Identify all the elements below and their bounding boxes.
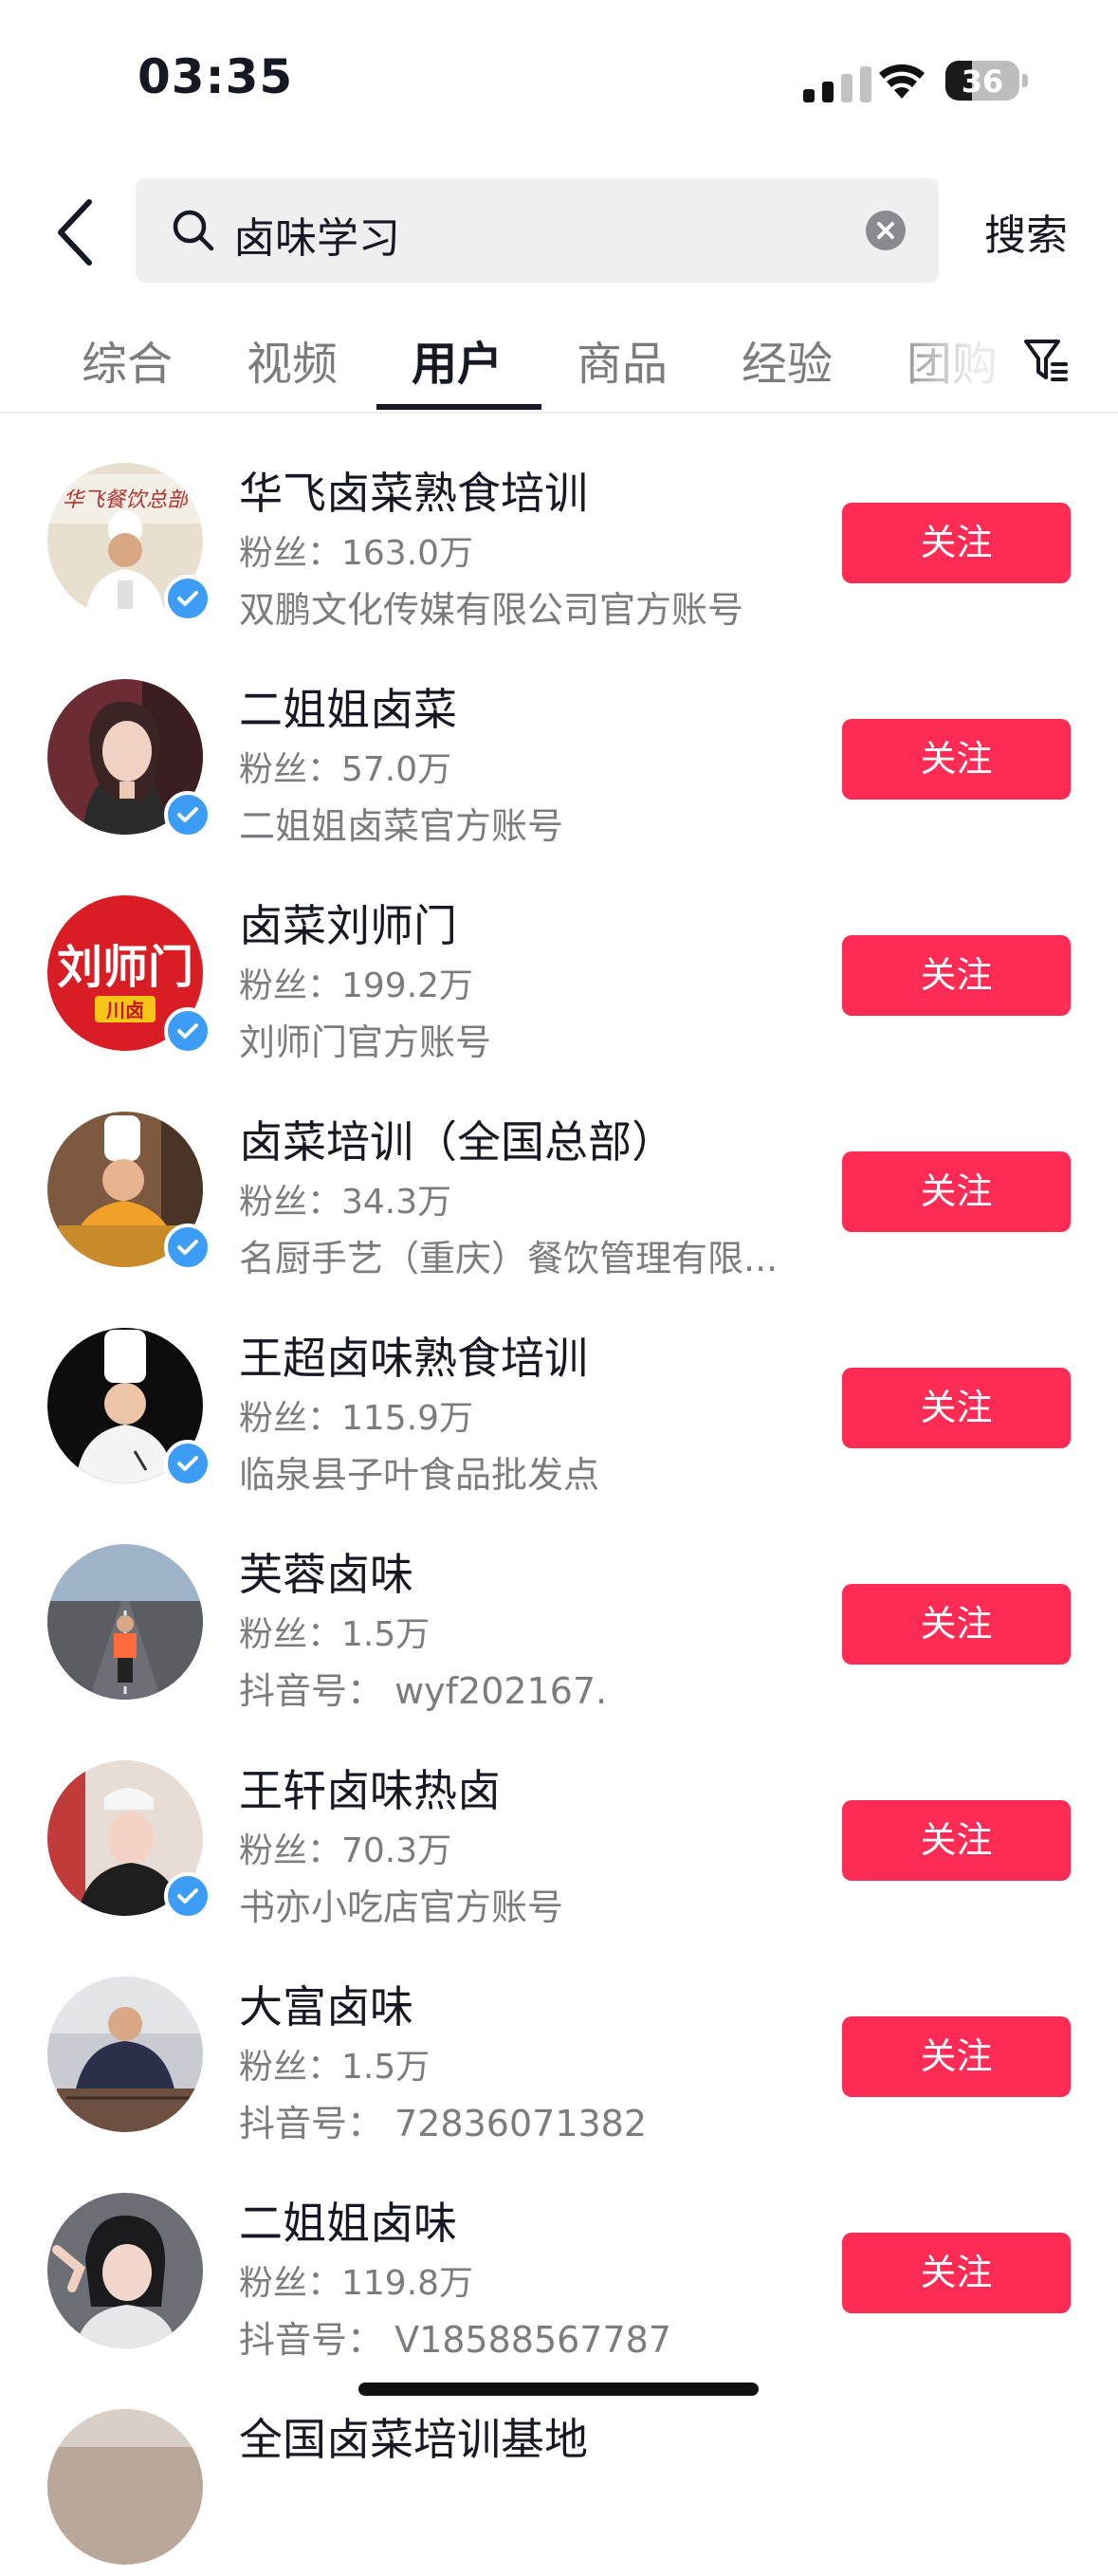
follower-count: 粉丝：119.8万: [239, 2264, 474, 2303]
user-name[interactable]: 芙蓉卤味: [239, 1540, 413, 1603]
follow-button[interactable]: 关注: [842, 2016, 1071, 2097]
follow-button[interactable]: 关注: [842, 1368, 1071, 1448]
user-description: 临泉县子叶食品批发点: [239, 1454, 600, 1496]
battery-icon: 36: [945, 61, 1028, 101]
follower-count: 粉丝：70.3万: [239, 1831, 452, 1870]
verified-badge-icon: [164, 1007, 211, 1055]
avatar-logo-tag: 川卤: [105, 999, 144, 1021]
battery-level: 36: [961, 64, 1004, 100]
back-icon[interactable]: [47, 194, 104, 270]
list-item[interactable]: 芙蓉卤味 粉丝：1.5万 抖音号： wyf202167. 关注: [0, 1495, 1118, 1712]
list-item[interactable]: 刘师门 川卤 卤菜刘师门 粉丝：199.2万 刘师门官方账号 关注: [0, 846, 1118, 1063]
follow-button[interactable]: 关注: [842, 719, 1071, 800]
user-description: 双鹏文化传媒有限公司官方账号: [239, 589, 744, 631]
verified-badge-icon: [164, 1224, 211, 1271]
user-name[interactable]: 全国卤菜培训基地: [239, 2405, 588, 2468]
user-name[interactable]: 大富卤味: [239, 1973, 413, 2035]
user-description: 书亦小吃店官方账号: [239, 1886, 564, 1928]
user-description: 刘师门官方账号: [239, 1021, 492, 1063]
tab-videos[interactable]: 视频: [247, 326, 338, 393]
list-item[interactable]: 二姐姐卤味 粉丝：119.8万 抖音号： V18588567787 关注: [0, 2144, 1118, 2361]
user-name[interactable]: 卤菜刘师门: [239, 892, 457, 954]
user-name[interactable]: 王超卤味熟食培训: [239, 1324, 588, 1387]
tab-users[interactable]: 用户: [412, 326, 503, 393]
follower-count: 粉丝：34.3万: [239, 1183, 452, 1222]
follower-count: 粉丝：199.2万: [239, 966, 474, 1005]
follow-button[interactable]: 关注: [842, 1151, 1071, 1232]
follow-button[interactable]: 关注: [842, 2233, 1071, 2313]
tab-fade: [882, 313, 996, 408]
follower-count: 粉丝：57.0万: [239, 750, 452, 789]
verified-badge-icon: [164, 1440, 211, 1487]
user-description: 名厨手艺（重庆）餐饮管理有限...: [239, 1238, 779, 1279]
tab-experience[interactable]: 经验: [742, 326, 833, 393]
user-description: 抖音号： wyf202167.: [239, 1670, 608, 1712]
filter-icon[interactable]: [1022, 336, 1070, 387]
avatar[interactable]: [47, 1977, 203, 2132]
search-query: 卤味学习: [233, 214, 400, 263]
home-indicator[interactable]: [358, 2383, 759, 2396]
list-item[interactable]: 华飞餐饮总部 华飞卤菜熟食培训 粉丝：163.0万 双鹏文化传媒有限公司官方账号…: [0, 414, 1118, 631]
user-description: 二姐姐卤菜官方账号: [239, 805, 564, 847]
verified-badge-icon: [164, 791, 211, 838]
search-input[interactable]: 卤味学习: [136, 178, 939, 283]
search-icon: [173, 210, 214, 251]
follower-count: 粉丝：115.9万: [239, 1399, 474, 1438]
search-button[interactable]: 搜索: [984, 201, 1068, 262]
user-name[interactable]: 卤菜培训（全国总部）: [239, 1108, 675, 1170]
avatar-logo-text: 刘师门: [57, 941, 193, 994]
active-tab-indicator: [376, 404, 541, 410]
tab-bar: 综合 视频 用户 商品 经验 团购: [0, 313, 1118, 414]
status-bar: 03:35 36: [0, 0, 1118, 161]
avatar[interactable]: [47, 2193, 203, 2348]
user-name[interactable]: 二姐姐卤味: [239, 2189, 457, 2252]
follower-count: 粉丝：1.5万: [239, 1615, 431, 1654]
user-name[interactable]: 王轩卤味热卤: [239, 1757, 501, 1819]
verified-badge-icon: [164, 575, 211, 622]
list-item[interactable]: 卤菜培训（全国总部） 粉丝：34.3万 名厨手艺（重庆）餐饮管理有限... 关注: [0, 1062, 1118, 1279]
tab-products[interactable]: 商品: [577, 326, 668, 393]
verified-badge-icon: [164, 1872, 211, 1920]
tab-comprehensive[interactable]: 综合: [82, 326, 173, 393]
user-description: 抖音号： 72836071382: [239, 2103, 648, 2144]
user-name[interactable]: 华飞卤菜熟食培训: [239, 459, 588, 522]
user-description: 抖音号： V18588567787: [239, 2319, 672, 2361]
avatar[interactable]: [47, 2409, 203, 2565]
list-item[interactable]: 王轩卤味热卤 粉丝：70.3万 书亦小吃店官方账号 关注: [0, 1711, 1118, 1928]
avatar[interactable]: [47, 1544, 203, 1700]
user-name[interactable]: 二姐姐卤菜: [239, 675, 457, 738]
clear-icon[interactable]: [866, 211, 906, 250]
follow-button[interactable]: 关注: [842, 935, 1071, 1016]
svg-text:华飞餐饮总部: 华飞餐饮总部: [63, 488, 192, 511]
follow-button[interactable]: 关注: [842, 503, 1071, 583]
list-item[interactable]: 二姐姐卤菜 粉丝：57.0万 二姐姐卤菜官方账号 关注: [0, 630, 1118, 847]
follow-button[interactable]: 关注: [842, 1584, 1071, 1665]
status-time: 03:35: [137, 49, 294, 104]
wifi-icon: [879, 64, 925, 99]
follower-count: 粉丝：1.5万: [239, 2048, 431, 2087]
list-item[interactable]: 大富卤味 粉丝：1.5万 抖音号： 72836071382 关注: [0, 1927, 1118, 2144]
list-item[interactable]: 王超卤味熟食培训 粉丝：115.9万 临泉县子叶食品批发点 关注: [0, 1279, 1118, 1496]
cellular-signal-icon: [803, 66, 871, 102]
follower-count: 粉丝：163.0万: [239, 534, 474, 573]
follow-button[interactable]: 关注: [842, 1800, 1071, 1881]
